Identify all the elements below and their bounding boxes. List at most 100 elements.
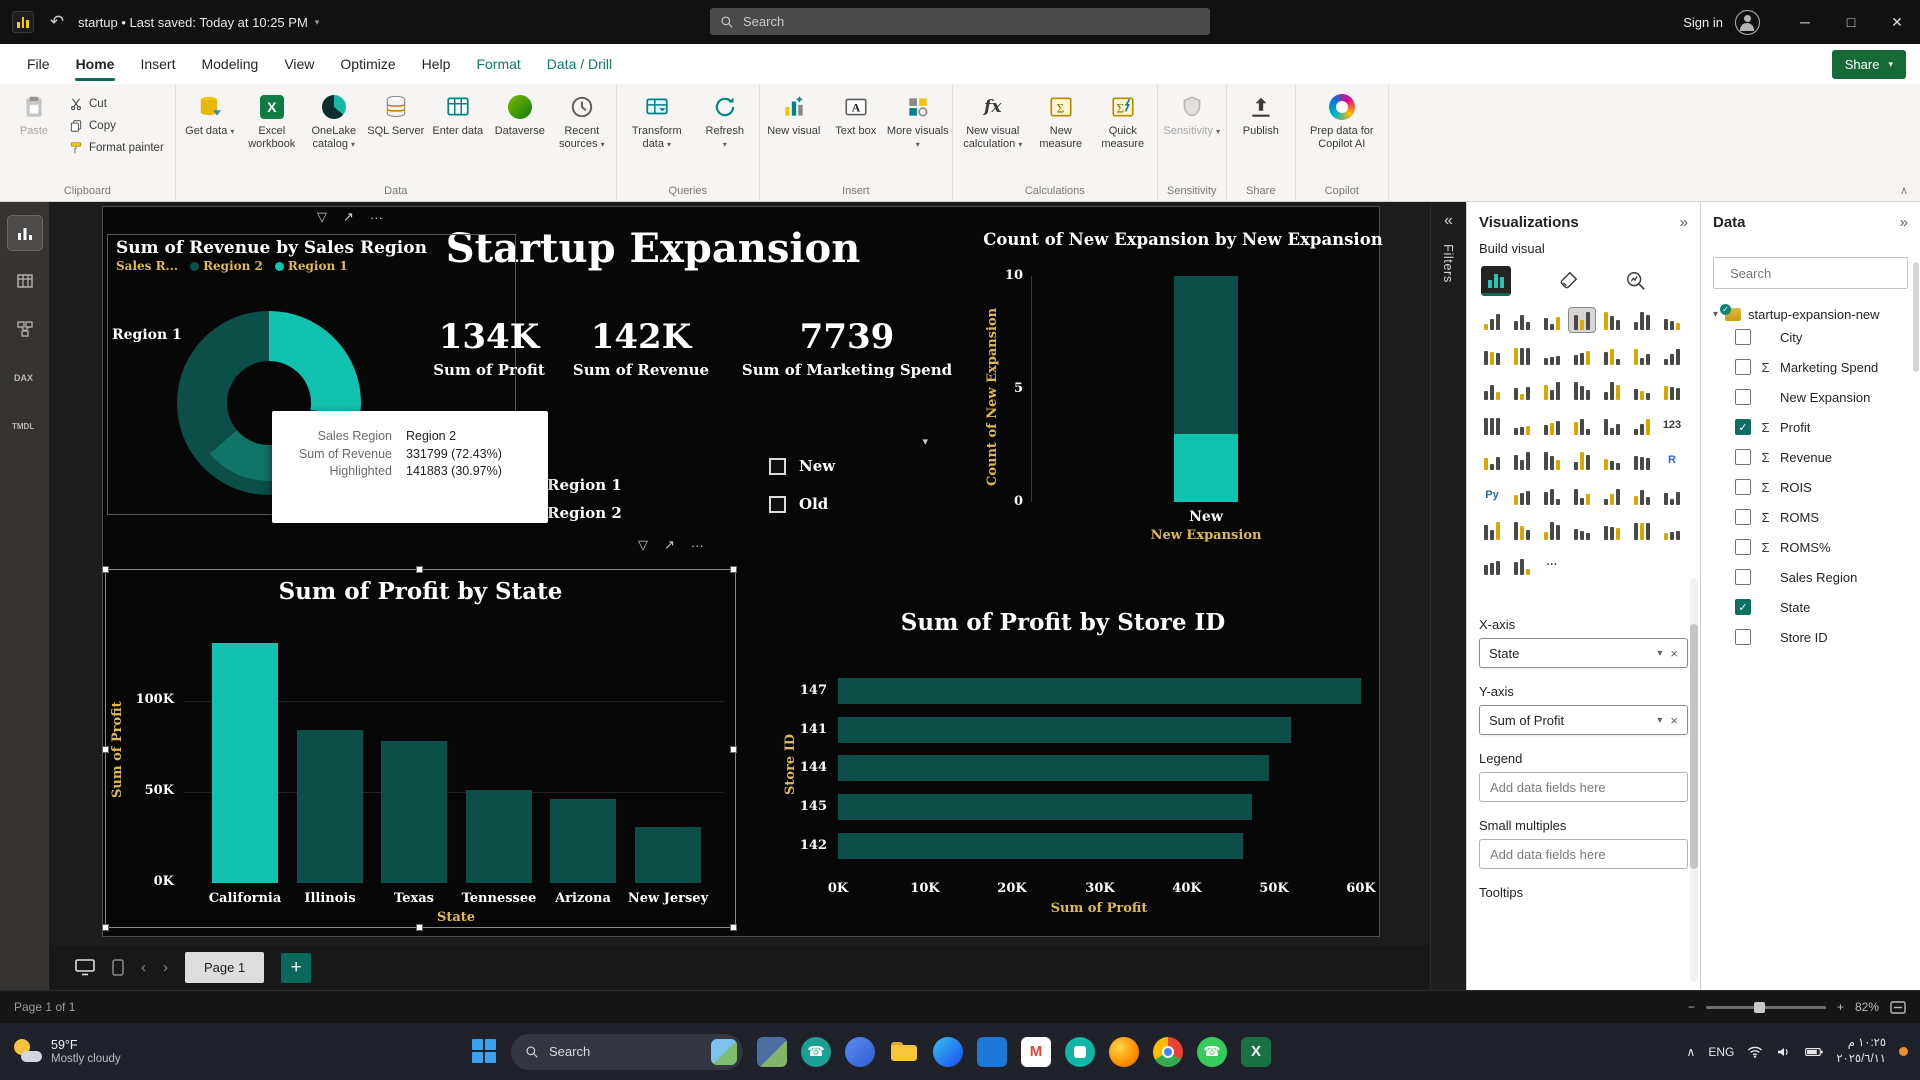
field-marketing-spend[interactable]: ΣMarketing Spend	[1713, 352, 1908, 382]
visual-type-r-script-visual[interactable]: R	[1659, 448, 1685, 472]
remove-field-icon[interactable]: ×	[1670, 646, 1678, 661]
panel-scrollbar[interactable]	[1690, 578, 1698, 982]
field-revenue[interactable]: ΣRevenue	[1713, 442, 1908, 472]
file-explorer-icon[interactable]	[889, 1037, 919, 1067]
chevron-down-icon[interactable]: ▾	[1657, 715, 1662, 726]
table-tree-root[interactable]: ▾ ✓ startup-expansion-new	[1713, 307, 1908, 322]
visual-type-numeric-range-slicer[interactable]	[1629, 518, 1655, 542]
region-list-slicer[interactable]: Region 1Region 2	[533, 455, 673, 527]
menu-item-file[interactable]: File	[14, 44, 63, 84]
field-store-id[interactable]: Store ID	[1713, 622, 1908, 652]
visual-type-card-123[interactable]: 123	[1659, 413, 1685, 437]
visual-type-gauge[interactable]	[1479, 448, 1505, 472]
gmail-icon[interactable]: M	[1021, 1037, 1051, 1067]
selection-handle[interactable]	[416, 924, 423, 931]
checkbox-roms[interactable]	[1735, 539, 1751, 555]
scrollbar-thumb[interactable]	[1690, 624, 1698, 869]
visual-type-list-slicer[interactable]	[1539, 518, 1565, 542]
model-view-button[interactable]	[8, 312, 42, 346]
bar-illinois[interactable]	[297, 730, 363, 883]
visual-type-100-stacked-bar-chart[interactable]	[1599, 308, 1625, 332]
checkbox-new[interactable]	[769, 458, 786, 475]
next-page-icon[interactable]: ›	[163, 959, 168, 976]
visual-type-100-stacked-column-chart[interactable]	[1629, 308, 1655, 332]
field-state[interactable]: ✓State	[1713, 592, 1908, 622]
visual-type-line-and-clustered-column-chart[interactable]	[1569, 343, 1595, 367]
paste-button[interactable]: Paste	[3, 87, 65, 182]
cut-button[interactable]: Cut	[69, 97, 164, 111]
visual-type-multi-row-card[interactable]	[1599, 413, 1625, 437]
report-view-button[interactable]	[8, 216, 42, 250]
transform-data-button[interactable]: Transform data ▾	[620, 87, 694, 182]
zoom-in-icon[interactable]: +	[1837, 1000, 1844, 1014]
fit-to-page-icon[interactable]	[1890, 1001, 1906, 1014]
taskbar-search[interactable]: Search	[511, 1034, 743, 1070]
collapse-ribbon-icon[interactable]: ∧	[1900, 184, 1908, 197]
slicer-item-region-1[interactable]: Region 1	[547, 471, 673, 499]
checkbox-old[interactable]	[769, 496, 786, 513]
visual-type-paginated-report[interactable]	[1569, 483, 1595, 507]
filter-icon[interactable]: ▽	[638, 537, 648, 553]
visual-type-treemap[interactable]	[1569, 378, 1595, 402]
card-sum-of-revenue[interactable]: 142KSum of Revenue	[561, 319, 721, 379]
visual-type-kpi[interactable]	[1629, 413, 1655, 437]
bar-tennessee[interactable]	[466, 790, 532, 883]
menu-item-insert[interactable]: Insert	[127, 44, 188, 84]
visual-type-azure-map[interactable]	[1479, 413, 1505, 437]
copy-button[interactable]: Copy	[69, 119, 164, 133]
checkbox-city[interactable]	[1735, 329, 1751, 345]
phone-app-icon[interactable]: ☎	[801, 1037, 831, 1067]
battery-icon[interactable]	[1805, 1046, 1823, 1058]
profit-by-store-bar-chart[interactable]: Sum of Profit by Store ID Store ID Sum o…	[743, 599, 1383, 924]
visual-type-smart-narrative[interactable]	[1599, 448, 1625, 472]
visual-type-line-and-stacked-column-chart[interactable]	[1539, 343, 1565, 367]
visual-type-clustered-bar-chart[interactable]	[1539, 308, 1565, 332]
refresh-button[interactable]: Refresh▾	[694, 87, 756, 182]
new-visual-button[interactable]: New visual	[763, 87, 825, 182]
tray-chevron-up-icon[interactable]: ∧	[1687, 1045, 1696, 1059]
excel-app-icon[interactable]: X	[1241, 1037, 1271, 1067]
visual-type-ribbon-chart[interactable]	[1599, 343, 1625, 367]
field-roms[interactable]: ΣROMS%	[1713, 532, 1908, 562]
visual-type-stacked-area-chart[interactable]	[1509, 343, 1535, 367]
new-measure-button[interactable]: Σ New measure	[1030, 87, 1092, 182]
mobile-view-icon[interactable]	[112, 959, 124, 976]
filter-icon[interactable]: ▽	[317, 209, 327, 225]
firefox-icon[interactable]	[1109, 1037, 1139, 1067]
language-indicator[interactable]: ENG	[1708, 1045, 1734, 1059]
visual-type-line-chart[interactable]	[1659, 308, 1685, 332]
remove-field-icon[interactable]: ×	[1670, 713, 1678, 728]
zoom-out-icon[interactable]: −	[1688, 1000, 1695, 1014]
expansion-count-bar-chart[interactable]: Count of New Expansion by New Expansion …	[983, 222, 1383, 552]
report-canvas[interactable]: Startup Expansion Sum of Revenue by Sale…	[49, 202, 1430, 945]
visual-type-area-chart[interactable]	[1479, 343, 1505, 367]
field-rois[interactable]: ΣROIS	[1713, 472, 1908, 502]
visual-type-python-visual[interactable]: Py	[1479, 483, 1505, 507]
visual-type-image[interactable]	[1569, 518, 1595, 542]
visual-type-text-slicer[interactable]	[1659, 483, 1685, 507]
photos-app-icon[interactable]	[757, 1037, 787, 1067]
tmdl-view-button[interactable]: TMDL	[8, 408, 42, 442]
card-sum-of-profit[interactable]: 134KSum of Profit	[409, 319, 569, 379]
visual-type-field-parameter[interactable]	[1659, 518, 1685, 542]
profit-by-state-column-chart[interactable]: Sum of Profit by State Sum of Profit Sta…	[105, 569, 736, 928]
bar-store-145[interactable]	[838, 794, 1252, 820]
collapse-panel-icon[interactable]: »	[1900, 214, 1908, 231]
visual-type-clustered-column-chart[interactable]	[1569, 308, 1595, 332]
visual-type-matrix[interactable]	[1539, 413, 1565, 437]
selection-handle[interactable]	[102, 924, 109, 931]
menu-item-data-drill[interactable]: Data / Drill	[534, 44, 625, 84]
document-title[interactable]: startup • Last saved: Today at 10:25 PM …	[78, 15, 319, 30]
focus-mode-icon[interactable]: ↗	[343, 209, 354, 225]
bar-store-142[interactable]	[838, 833, 1243, 859]
new-page-button[interactable]: +	[281, 953, 311, 983]
visual-type-tile-slicer[interactable]	[1509, 518, 1535, 542]
quick-measure-button[interactable]: Σ Quick measure	[1092, 87, 1154, 182]
menu-item-optimize[interactable]: Optimize	[327, 44, 408, 84]
checkbox-revenue[interactable]	[1735, 449, 1751, 465]
checkbox-rois[interactable]	[1735, 479, 1751, 495]
bar-store-141[interactable]	[838, 717, 1291, 743]
minimize-button[interactable]: ─	[1782, 0, 1828, 44]
report-page[interactable]: Startup Expansion Sum of Revenue by Sale…	[102, 206, 1380, 937]
analytics-tab[interactable]	[1625, 270, 1647, 292]
